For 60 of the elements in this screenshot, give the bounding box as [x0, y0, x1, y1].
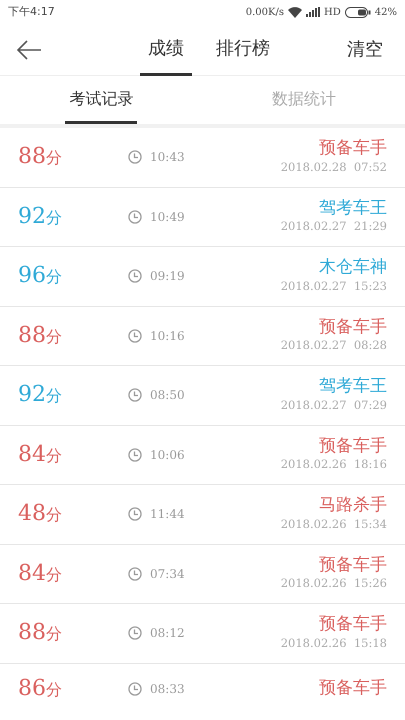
wifi-icon	[288, 6, 302, 18]
clock-icon	[128, 269, 142, 284]
header-tab[interactable]: 排行榜	[208, 24, 278, 76]
score-text: 88分	[18, 324, 63, 347]
level-title: 木仓车神	[319, 257, 387, 278]
duration-text: 10:43	[150, 149, 185, 166]
level-title: 预备车手	[319, 316, 387, 338]
clock-icon	[128, 566, 142, 581]
level-title: 预备车手	[319, 554, 387, 576]
score-text: 96分	[18, 265, 63, 288]
level-title: 预备车手	[319, 614, 387, 635]
score-text: 88分	[18, 146, 63, 168]
clock-icon	[128, 507, 142, 522]
level-title: 驾考车王	[319, 376, 387, 397]
header-tab[interactable]: 成绩	[140, 24, 192, 76]
record-date: 2018.02.27 15:23	[280, 278, 387, 295]
network-speed: 0.00K/s	[246, 6, 284, 20]
clock-icon	[128, 328, 142, 343]
clock-icon	[128, 210, 142, 224]
record-date: 2018.02.27 07:29	[280, 396, 387, 414]
duration-text: 08:50	[150, 387, 185, 404]
battery-icon	[344, 6, 371, 18]
signal-icon	[306, 7, 320, 17]
record-date: 2018.02.26 15:34	[280, 516, 387, 533]
clock-icon	[128, 388, 142, 402]
duration-text: 08:33	[150, 680, 185, 698]
clear-button[interactable]: 清空	[341, 35, 389, 64]
level-title: 预备车手	[319, 436, 387, 456]
clock-icon	[128, 626, 142, 640]
level-title: 预备车手	[319, 678, 387, 699]
record-date: 2018.02.28 07:52	[280, 158, 387, 176]
score-text: 88分	[18, 622, 63, 644]
record-date: 2018.02.27 08:28	[280, 337, 387, 354]
duration-text: 10:49	[150, 208, 185, 226]
battery-percent: 42%	[374, 6, 397, 20]
subtab[interactable]: 考试记录	[65, 76, 138, 124]
score-text: 84分	[18, 444, 63, 466]
duration-text: 11:44	[150, 506, 185, 524]
record-date: 2018.02.27 21:29	[280, 218, 387, 236]
clock-icon	[128, 150, 142, 164]
record-date: 2018.02.26 15:18	[280, 634, 387, 652]
score-text: 48分	[18, 503, 63, 526]
duration-text: 07:34	[150, 566, 185, 583]
clock-icon	[128, 448, 142, 462]
score-text: 86分	[18, 678, 63, 700]
level-title: 预备车手	[319, 138, 387, 159]
record-date: 2018.02.26 18:16	[280, 456, 387, 474]
duration-text: 10:16	[150, 328, 185, 345]
score-text: 92分	[18, 384, 63, 406]
level-title: 马路杀手	[319, 495, 387, 516]
duration-text: 08:12	[150, 625, 185, 642]
duration-text: 10:06	[150, 446, 185, 464]
level-title: 驾考车王	[319, 198, 387, 218]
clock-icon	[128, 682, 142, 696]
score-text: 92分	[18, 206, 63, 228]
status-time: 下午4:17	[8, 4, 55, 20]
record-date: 2018.02.26 15:26	[280, 575, 387, 592]
score-text: 84分	[18, 562, 63, 585]
duration-text: 09:19	[150, 268, 185, 286]
network-type: HD	[324, 6, 341, 20]
